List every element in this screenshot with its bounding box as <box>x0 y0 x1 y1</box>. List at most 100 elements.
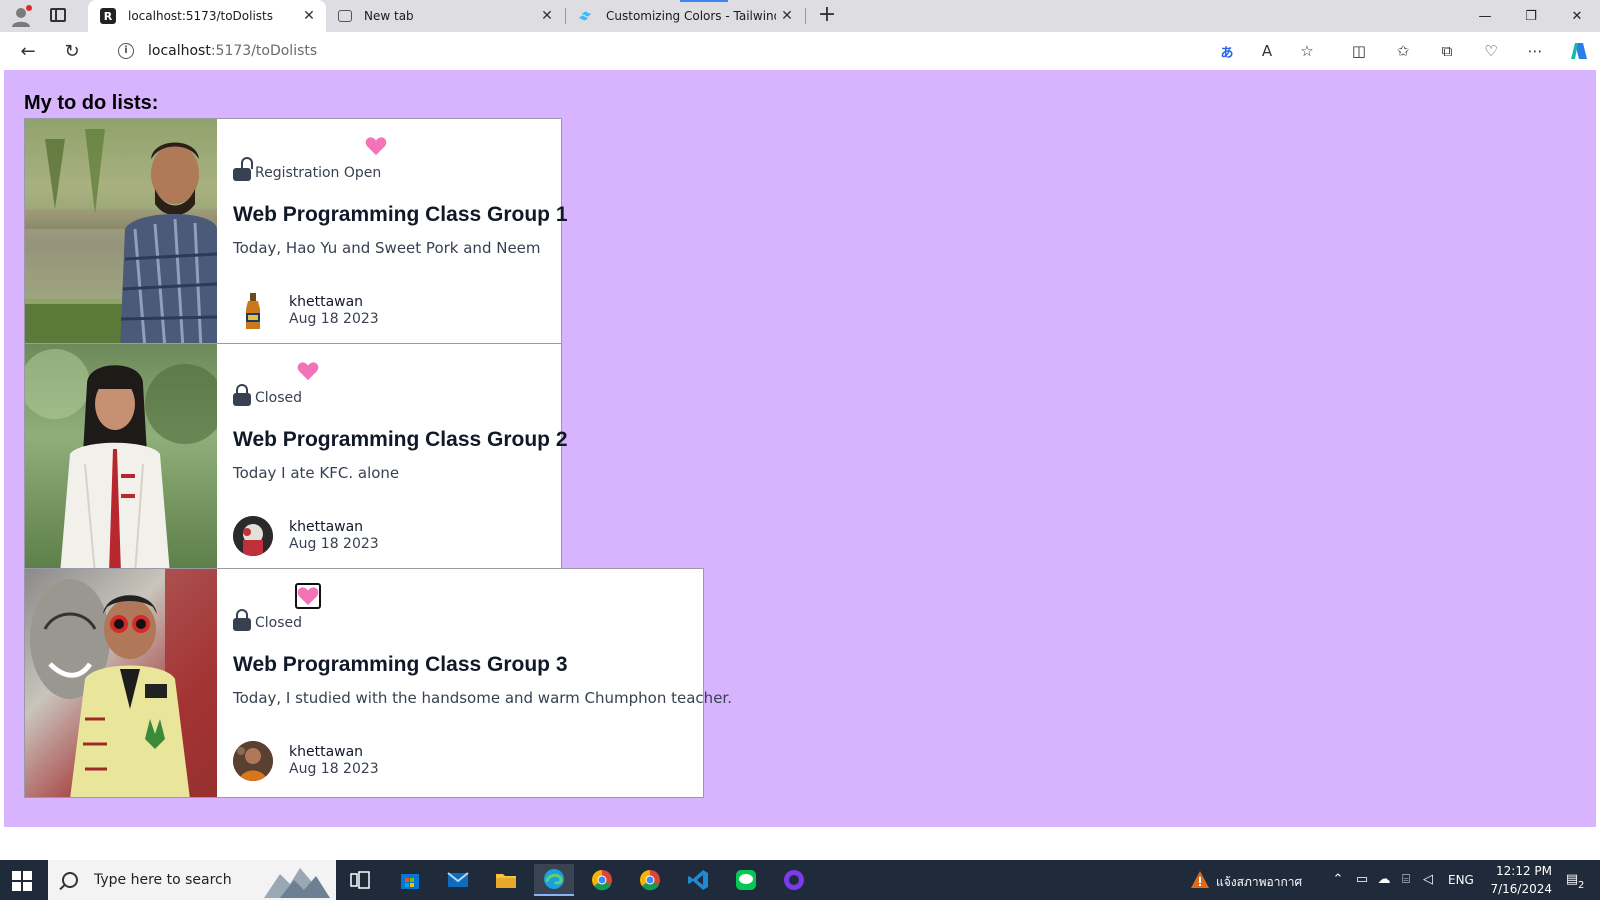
tab-close-icon[interactable]: ✕ <box>776 8 798 24</box>
collections-icon[interactable]: ⧉ <box>1436 40 1458 62</box>
tab-close-icon[interactable]: ✕ <box>298 8 320 24</box>
vscode-icon[interactable] <box>678 864 718 896</box>
tab-new-tab[interactable]: New tab ✕ <box>326 0 564 32</box>
taskbar-search-input[interactable]: Type here to search <box>48 860 336 900</box>
favorite-heart-icon[interactable] <box>295 583 321 609</box>
windows-start-icon[interactable] <box>12 871 32 891</box>
registration-status: Registration Open <box>233 157 382 181</box>
close-window-button[interactable]: ✕ <box>1554 0 1600 32</box>
new-tab-button[interactable]: + <box>815 4 839 28</box>
back-arrow-icon[interactable]: ← <box>16 39 40 63</box>
author-meta: khettawan Aug 18 2023 <box>289 294 379 328</box>
status-label: Registration Open <box>255 165 382 181</box>
tab-divider <box>805 8 806 24</box>
profile-avatar-icon[interactable] <box>10 5 32 27</box>
search-icon <box>62 872 78 888</box>
notification-count-badge: 2 <box>1578 880 1585 891</box>
page-loading-indicator <box>680 0 728 2</box>
favorite-heart-icon[interactable] <box>295 358 321 384</box>
post-date: Aug 18 2023 <box>289 311 379 327</box>
page-content: My to do lists: Registration Open Web Pr… <box>4 70 1596 827</box>
task-view-icon[interactable] <box>340 864 380 896</box>
lock-icon <box>233 609 251 631</box>
new-tab-page-icon <box>338 10 352 22</box>
tab-actions-icon[interactable] <box>50 8 66 22</box>
search-highlight-illustration <box>264 868 330 898</box>
weather-text[interactable]: แจ้งสภาพอากาศ <box>1216 873 1302 892</box>
clock-date[interactable]: 7/16/2024 <box>1486 882 1552 896</box>
meet-now-icon[interactable]: ▭ <box>1354 872 1370 888</box>
status-label: Closed <box>255 615 303 631</box>
favorites-icon[interactable]: ✩ <box>1392 40 1414 62</box>
card-image <box>25 569 217 797</box>
registration-status: Closed <box>233 384 302 406</box>
clock-time[interactable]: 12:12 PM <box>1488 864 1552 878</box>
card-body: Closed Web Programming Class Group 2 Tod… <box>217 344 568 572</box>
status-label: Closed <box>255 390 303 406</box>
author-name: khettawan <box>289 519 364 535</box>
author-info: khettawan Aug 18 2023 <box>233 516 379 556</box>
tab-todolists[interactable]: R localhost:5173/toDolists ✕ <box>88 0 326 32</box>
author-meta: khettawan Aug 18 2023 <box>289 519 379 553</box>
line-app-icon[interactable] <box>726 864 766 896</box>
more-menu-icon[interactable]: ⋯ <box>1524 40 1546 62</box>
post-date: Aug 18 2023 <box>289 536 379 552</box>
edge-browser-icon[interactable] <box>534 864 574 896</box>
card-title: Web Programming Class Group 2 <box>233 428 568 451</box>
chrome-icon[interactable] <box>630 864 670 896</box>
browser-essentials-icon[interactable]: ♡ <box>1480 40 1502 62</box>
card-body: Registration Open Web Programming Class … <box>217 119 568 347</box>
card-image <box>25 344 217 572</box>
split-screen-icon[interactable]: ◫ <box>1348 40 1370 62</box>
translate-icon[interactable]: あ <box>1216 40 1238 62</box>
microsoft-store-icon[interactable] <box>390 864 430 896</box>
unlock-icon <box>233 157 253 181</box>
favorite-star-icon[interactable]: ☆ <box>1296 40 1318 62</box>
registration-status: Closed <box>233 609 302 631</box>
read-aloud-icon[interactable]: A <box>1256 40 1278 62</box>
site-info-icon[interactable]: i <box>118 43 134 59</box>
chrome-icon[interactable] <box>582 864 622 896</box>
refresh-icon[interactable]: ↻ <box>60 39 84 63</box>
tab-close-icon[interactable]: ✕ <box>536 8 558 24</box>
tab-tailwind-colors[interactable]: Customizing Colors - Tailwind CS ✕ <box>566 0 804 32</box>
mail-icon[interactable] <box>438 864 478 896</box>
author-avatar <box>233 516 273 556</box>
show-hidden-icons-icon[interactable]: ⌃ <box>1330 872 1346 888</box>
copilot-icon[interactable] <box>1568 40 1590 62</box>
tab-title: Customizing Colors - Tailwind CS <box>606 9 776 23</box>
tab-title: New tab <box>364 9 414 23</box>
todo-card[interactable]: Closed Web Programming Class Group 3 Tod… <box>24 568 732 798</box>
post-date: Aug 18 2023 <box>289 761 379 777</box>
card-description: Today, I studied with the handsome and w… <box>233 689 732 707</box>
language-indicator[interactable]: ENG <box>1448 873 1474 887</box>
minimize-button[interactable]: — <box>1462 0 1508 32</box>
todo-card[interactable]: Registration Open Web Programming Class … <box>24 118 568 348</box>
author-avatar <box>233 291 273 331</box>
onedrive-icon[interactable]: ☁ <box>1376 872 1392 888</box>
file-explorer-icon[interactable] <box>486 864 526 896</box>
browser-tab-bar: R localhost:5173/toDolists ✕ New tab ✕ C… <box>0 0 1600 32</box>
url-host: localhost <box>148 43 211 59</box>
card-image <box>25 119 217 347</box>
profile-notification-dot <box>26 5 32 11</box>
volume-muted-icon[interactable]: ◁ <box>1420 872 1436 888</box>
github-desktop-icon[interactable] <box>774 864 814 896</box>
weather-alert-icon[interactable] <box>1190 870 1210 890</box>
windows-taskbar: Type here to search แจ้งสภาพอากาศ ⌃ ▭ ☁ … <box>0 860 1600 900</box>
restore-button[interactable]: ❐ <box>1508 0 1554 32</box>
author-info: khettawan Aug 18 2023 <box>233 291 379 331</box>
card-title: Web Programming Class Group 1 <box>233 203 568 226</box>
page-title: My to do lists: <box>24 92 159 114</box>
author-avatar <box>233 741 273 781</box>
network-icon[interactable]: ⌸ <box>1398 872 1414 888</box>
author-info: khettawan Aug 18 2023 <box>233 741 379 781</box>
favorite-heart-icon[interactable] <box>363 133 389 159</box>
card-description: Today I ate KFC. alone <box>233 464 400 482</box>
lock-icon <box>233 384 251 406</box>
search-placeholder: Type here to search <box>94 872 232 888</box>
browser-toolbar: ← ↻ i localhost :5173/toDolists あ A ☆ ◫ … <box>0 32 1600 70</box>
card-body: Closed Web Programming Class Group 3 Tod… <box>217 569 732 797</box>
todo-card[interactable]: Closed Web Programming Class Group 2 Tod… <box>24 343 568 573</box>
address-bar[interactable]: i localhost :5173/toDolists <box>100 36 1332 66</box>
